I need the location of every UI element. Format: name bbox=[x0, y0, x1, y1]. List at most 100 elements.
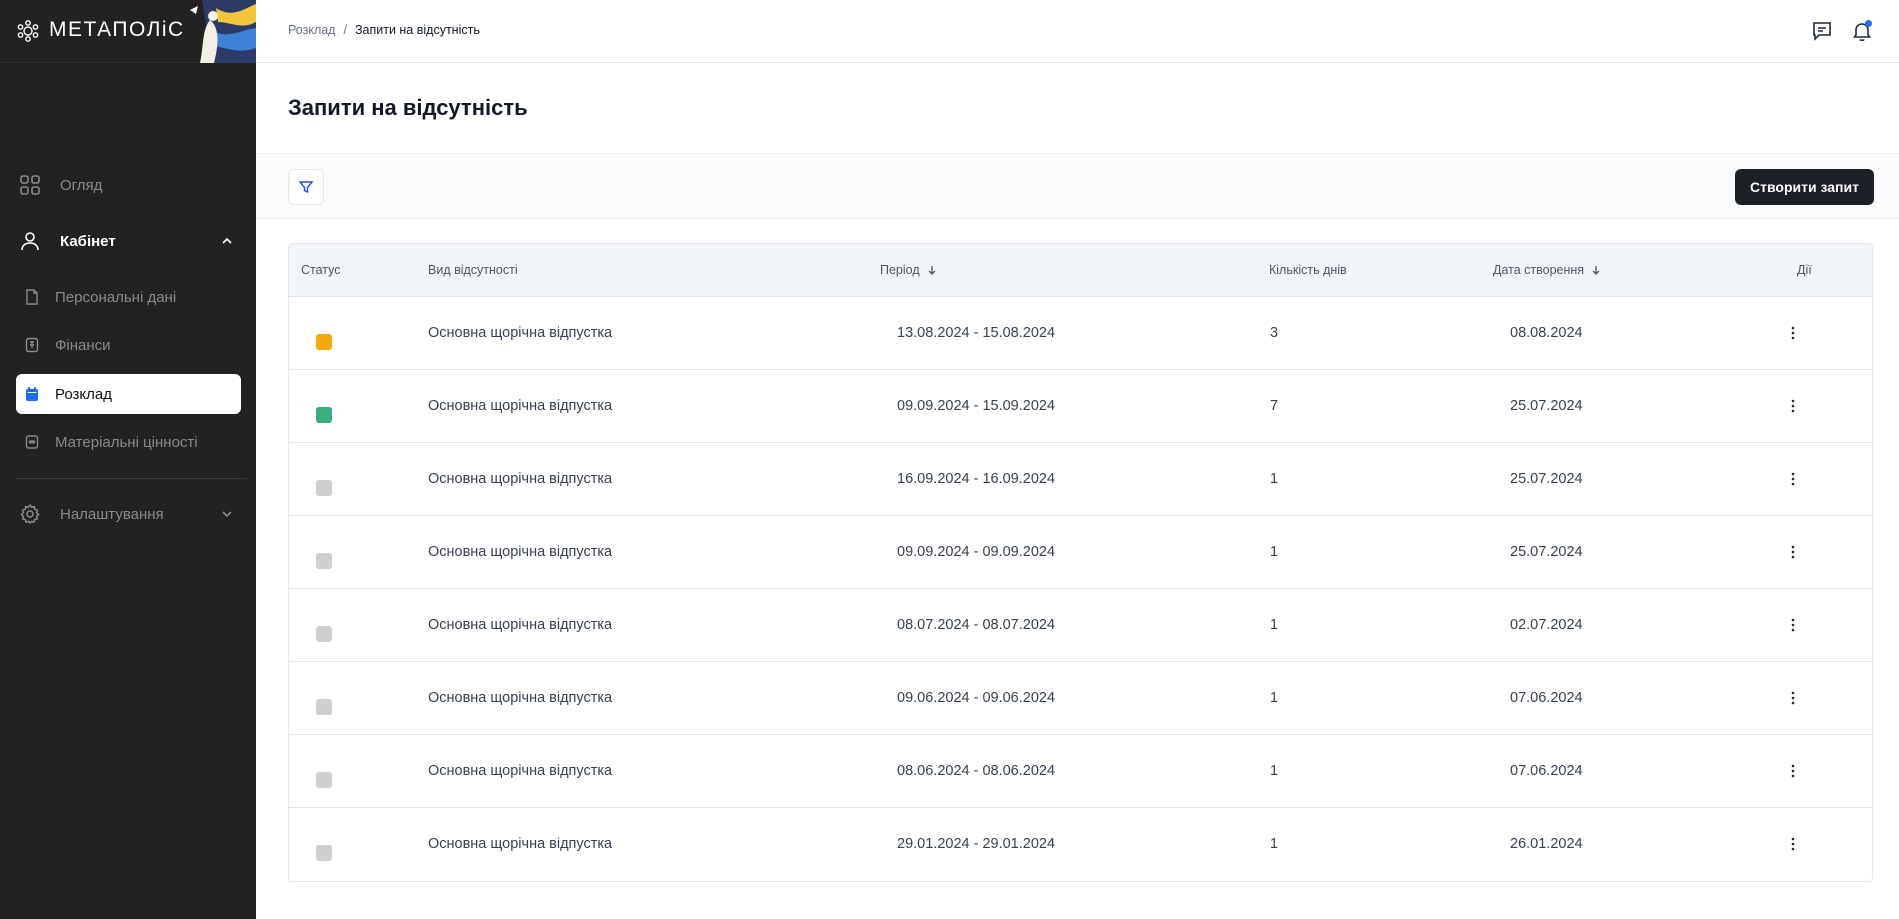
more-actions-icon[interactable] bbox=[1783, 542, 1803, 562]
column-header-type: Вид відсутності bbox=[428, 263, 518, 277]
column-header-days: Кількість днів bbox=[1269, 263, 1347, 277]
cell-period: 09.06.2024 - 09.06.2024 bbox=[897, 690, 1056, 706]
cell-period: 09.09.2024 - 09.09.2024 bbox=[897, 544, 1056, 560]
logo-icon bbox=[17, 20, 39, 42]
sidebar-item-personal-data[interactable]: Персональні дані bbox=[16, 277, 241, 317]
sidebar-item-label: Розклад bbox=[55, 385, 112, 403]
cell-created: 07.06.2024 bbox=[1510, 690, 1583, 706]
column-header-label: Період bbox=[880, 263, 920, 277]
logo-illustration bbox=[190, 0, 256, 63]
cell-type: Основна щорічна відпустка bbox=[428, 763, 613, 779]
cell-type: Основна щорічна відпустка bbox=[428, 544, 613, 560]
column-header-label: Статус bbox=[301, 263, 341, 277]
logo-bar: МЕТАПОЛіС bbox=[0, 0, 256, 63]
messages-icon[interactable] bbox=[1810, 19, 1834, 43]
column-header-period[interactable]: Період bbox=[880, 263, 938, 277]
bell-icon[interactable] bbox=[1850, 19, 1874, 43]
cell-period: 13.08.2024 - 15.08.2024 bbox=[897, 325, 1056, 341]
absence-requests-table: Статус Вид відсутності Період Кількість … bbox=[288, 243, 1873, 882]
sidebar-item-assets[interactable]: Матеріальні цінності bbox=[16, 422, 241, 462]
cell-period: 29.01.2024 - 29.01.2024 bbox=[897, 836, 1056, 852]
table-row[interactable]: Основна щорічна відпустка 09.09.2024 - 0… bbox=[289, 516, 1872, 589]
table-row[interactable]: Основна щорічна відпустка 08.06.2024 - 0… bbox=[289, 735, 1872, 808]
sidebar-item-cabinet[interactable]: Кабінет bbox=[16, 221, 241, 261]
toolbar: Створити запит bbox=[256, 153, 1899, 219]
sidebar-item-label: Налаштування bbox=[60, 505, 164, 523]
sidebar-item-label: Персональні дані bbox=[55, 288, 177, 306]
column-header-label: Вид відсутності bbox=[428, 263, 518, 277]
cell-period: 08.06.2024 - 08.06.2024 bbox=[897, 763, 1056, 779]
sidebar-divider bbox=[16, 478, 247, 479]
chevron-down-icon bbox=[222, 511, 232, 518]
cell-days: 1 bbox=[1270, 617, 1279, 633]
more-actions-icon[interactable] bbox=[1783, 469, 1803, 489]
logo-text: МЕТАПОЛіС bbox=[49, 18, 185, 41]
create-request-button[interactable]: Створити запит bbox=[1735, 169, 1874, 205]
column-header-created[interactable]: Дата створення bbox=[1493, 263, 1602, 277]
status-indicator bbox=[316, 699, 332, 715]
cell-period: 08.07.2024 - 08.07.2024 bbox=[897, 617, 1056, 633]
sidebar: МЕТАПОЛіС Огляд Кабінет Персональні дані… bbox=[0, 0, 256, 919]
sort-down-arrow-icon bbox=[928, 266, 936, 275]
cell-created: 25.07.2024 bbox=[1510, 544, 1583, 560]
cell-days: 1 bbox=[1270, 471, 1279, 487]
cell-created: 08.08.2024 bbox=[1510, 325, 1583, 341]
sidebar-item-settings[interactable]: Налаштування bbox=[16, 494, 241, 534]
column-header-status: Статус bbox=[301, 263, 341, 277]
table-row[interactable]: Основна щорічна відпустка 09.09.2024 - 1… bbox=[289, 370, 1872, 443]
cell-type: Основна щорічна відпустка bbox=[428, 471, 613, 487]
page-title: Запити на відсутність bbox=[288, 95, 528, 120]
more-actions-icon[interactable] bbox=[1783, 688, 1803, 708]
status-indicator bbox=[316, 553, 332, 569]
cell-created: 02.07.2024 bbox=[1510, 617, 1583, 633]
cell-period: 09.09.2024 - 15.09.2024 bbox=[897, 398, 1056, 414]
cell-days: 1 bbox=[1270, 763, 1279, 779]
cell-created: 07.06.2024 bbox=[1510, 763, 1583, 779]
sidebar-item-label: Матеріальні цінності bbox=[55, 433, 198, 451]
calendar-icon bbox=[24, 386, 40, 402]
finance-icon bbox=[24, 337, 40, 353]
more-actions-icon[interactable] bbox=[1783, 615, 1803, 635]
column-header-label: Кількість днів bbox=[1269, 263, 1347, 277]
sidebar-item-schedule[interactable]: Розклад bbox=[16, 374, 241, 414]
table-header: Статус Вид відсутності Період Кількість … bbox=[289, 244, 1872, 297]
sidebar-item-label: Огляд bbox=[60, 176, 103, 194]
cell-type: Основна щорічна відпустка bbox=[428, 325, 613, 341]
status-indicator bbox=[316, 772, 332, 788]
breadcrumb-separator: / bbox=[343, 23, 347, 37]
breadcrumb: Розклад / Запити на відсутність bbox=[288, 23, 480, 37]
sidebar-item-overview[interactable]: Огляд bbox=[16, 165, 241, 205]
status-indicator bbox=[316, 845, 332, 861]
notification-dot bbox=[1865, 20, 1872, 27]
sidebar-item-finance[interactable]: Фінанси bbox=[16, 325, 241, 365]
table-row[interactable]: Основна щорічна відпустка 13.08.2024 - 1… bbox=[289, 297, 1872, 370]
cell-type: Основна щорічна відпустка bbox=[428, 690, 613, 706]
more-actions-icon[interactable] bbox=[1783, 323, 1803, 343]
table-row[interactable]: Основна щорічна відпустка 09.06.2024 - 0… bbox=[289, 662, 1872, 735]
column-header-label: Дії bbox=[1797, 263, 1812, 277]
cell-created: 25.07.2024 bbox=[1510, 471, 1583, 487]
filter-icon bbox=[298, 181, 314, 194]
cell-created: 26.01.2024 bbox=[1510, 836, 1583, 852]
more-actions-icon[interactable] bbox=[1783, 834, 1803, 854]
table-row[interactable]: Основна щорічна відпустка 29.01.2024 - 2… bbox=[289, 808, 1872, 881]
user-icon bbox=[18, 229, 42, 253]
cell-days: 7 bbox=[1270, 398, 1279, 414]
sort-down-arrow-icon bbox=[1592, 266, 1600, 275]
breadcrumb-link-schedule[interactable]: Розклад bbox=[288, 23, 335, 37]
chevron-up-icon bbox=[222, 237, 232, 244]
status-indicator bbox=[316, 626, 332, 642]
filter-button[interactable] bbox=[288, 169, 324, 205]
cell-type: Основна щорічна відпустка bbox=[428, 836, 613, 852]
cell-type: Основна щорічна відпустка bbox=[428, 617, 613, 633]
more-actions-icon[interactable] bbox=[1783, 761, 1803, 781]
assets-icon bbox=[24, 434, 40, 450]
status-indicator bbox=[316, 480, 332, 496]
table-row[interactable]: Основна щорічна відпустка 16.09.2024 - 1… bbox=[289, 443, 1872, 516]
cell-type: Основна щорічна відпустка bbox=[428, 398, 613, 414]
more-actions-icon[interactable] bbox=[1783, 396, 1803, 416]
cell-period: 16.09.2024 - 16.09.2024 bbox=[897, 471, 1056, 487]
top-bar: Розклад / Запити на відсутність bbox=[256, 0, 1899, 63]
gear-icon bbox=[18, 502, 42, 526]
table-row[interactable]: Основна щорічна відпустка 08.07.2024 - 0… bbox=[289, 589, 1872, 662]
